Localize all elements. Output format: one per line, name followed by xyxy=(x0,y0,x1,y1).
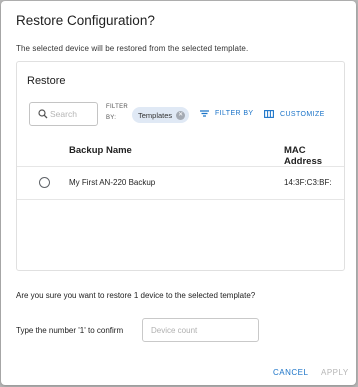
row-mac-address: 14:3F:C3:BF: xyxy=(284,178,332,187)
restore-configuration-dialog: Restore Configuration? The selected devi… xyxy=(1,1,356,385)
columns-icon xyxy=(264,110,274,118)
customize-button-label: CUSTOMIZE xyxy=(280,110,325,118)
device-count-input[interactable] xyxy=(142,318,259,342)
chip-remove-icon[interactable]: ✕ xyxy=(176,110,186,120)
panel-title: Restore xyxy=(27,75,66,87)
search-box[interactable] xyxy=(29,102,98,126)
backup-table: Backup Name MAC Address My First AN-220 … xyxy=(17,136,344,200)
confirm-label: Type the number '1' to confirm xyxy=(16,326,124,335)
dialog-title: Restore Configuration? xyxy=(16,13,155,28)
search-input[interactable] xyxy=(50,106,94,122)
cancel-button[interactable]: CANCEL xyxy=(273,368,308,377)
dialog-subtitle: The selected device will be restored fro… xyxy=(16,44,249,53)
confirm-question: Are you sure you want to restore 1 devic… xyxy=(16,291,256,300)
table-row[interactable]: My First AN-220 Backup 14:3F:C3:BF: xyxy=(17,167,344,200)
restore-panel: Restore FILTER BY: Templates ✕ FILTER BY xyxy=(16,61,345,271)
filter-by-button[interactable]: FILTER BY xyxy=(200,110,253,117)
row-backup-name: My First AN-220 Backup xyxy=(69,178,156,187)
filter-icon xyxy=(200,110,209,117)
apply-button[interactable]: APPLY xyxy=(321,368,349,377)
customize-button[interactable]: CUSTOMIZE xyxy=(264,110,325,118)
table-header: Backup Name MAC Address xyxy=(17,136,344,167)
filter-chip-templates[interactable]: Templates ✕ xyxy=(132,107,190,123)
filter-by-button-label: FILTER BY xyxy=(215,110,254,117)
column-header-backup-name[interactable]: Backup Name xyxy=(69,145,132,156)
row-radio-button[interactable] xyxy=(39,177,50,188)
column-header-mac-address[interactable]: MAC Address xyxy=(284,145,344,167)
search-icon xyxy=(38,109,48,119)
filter-chip-label: Templates xyxy=(138,110,173,120)
